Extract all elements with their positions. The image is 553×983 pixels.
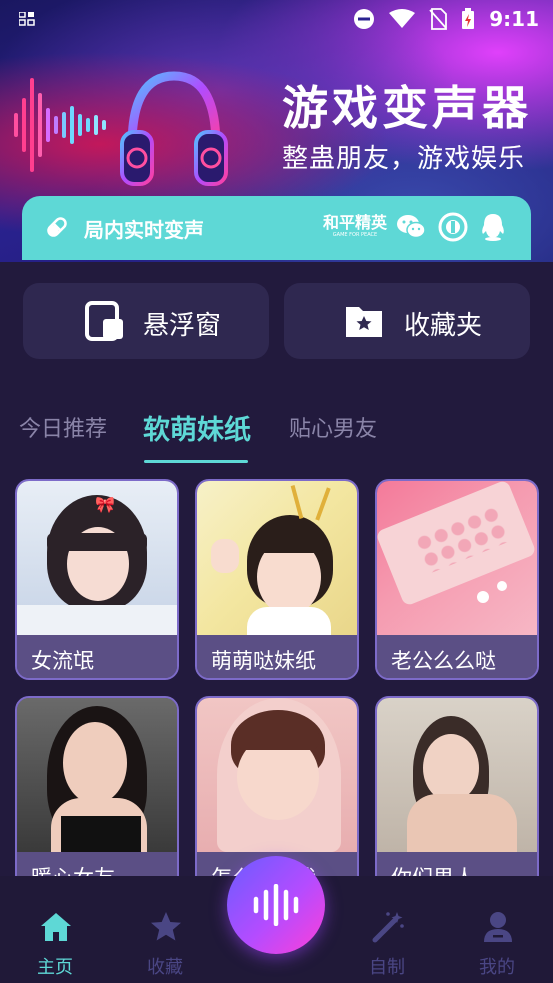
header-banner: 9:11 游戏变声器 整蛊朋友，游戏娱乐 局内实时变声 和平精英 GAME FO… (0, 0, 553, 262)
card-label: 暖心女友 (31, 862, 115, 877)
game-for-peace-logo[interactable]: 和平精英 GAME FOR PEACE (322, 214, 388, 242)
voice-card[interactable]: 老公么么哒 (375, 479, 539, 680)
no-sim-icon (429, 8, 447, 30)
soundwave-icon (253, 884, 299, 926)
status-bar: 9:11 (0, 0, 553, 38)
active-tab-indicator (144, 460, 248, 463)
card-label: 老公么么哒 (391, 649, 496, 673)
voice-card[interactable]: 🎀 女流氓 (15, 479, 179, 680)
card-photo (17, 698, 177, 852)
card-label: 萌萌哒妹纸 (211, 649, 316, 673)
voice-card[interactable]: 暖心女友 (15, 696, 179, 877)
card-photo (377, 481, 537, 635)
tab-cute-girl[interactable]: 软萌妹纸 (143, 408, 251, 447)
home-icon (41, 913, 71, 941)
nav-mine-label: 我的 (479, 957, 515, 978)
nav-custom-label: 自制 (369, 957, 405, 978)
nav-favorites-label: 收藏 (147, 957, 183, 978)
star-icon (151, 912, 181, 941)
voice-card-grid: 🎀 女流氓 萌萌哒妹纸 老公么么哒 (15, 479, 539, 877)
wechat-icon[interactable] (396, 212, 426, 242)
user-icon (484, 912, 512, 942)
pill-icon (47, 217, 67, 237)
nav-custom[interactable]: 自制 (342, 876, 432, 983)
app-grid-icon (19, 12, 35, 26)
banner-subtitle: 整蛊朋友，游戏娱乐 (282, 144, 526, 174)
game-app-icon[interactable] (438, 212, 468, 242)
nav-favorites[interactable]: 收藏 (120, 876, 210, 983)
magic-wand-icon (372, 912, 404, 943)
wifi-icon (389, 9, 415, 28)
do-not-disturb-icon (354, 9, 374, 29)
banner-title: 游戏变声器 (282, 81, 532, 135)
card-photo (197, 698, 357, 852)
card-photo (197, 481, 357, 635)
star-folder-icon (346, 307, 382, 337)
nav-home[interactable]: 主页 (10, 876, 100, 983)
card-label: 你们男人 (391, 862, 475, 877)
battery-charging-icon (462, 8, 474, 29)
headphones-icon (120, 71, 228, 186)
voice-card[interactable]: 你们男人 (375, 696, 539, 877)
favorites-folder-label: 收藏夹 (404, 311, 483, 341)
voice-card[interactable]: 怎么不理我 (195, 696, 359, 877)
floating-window-icon (85, 301, 123, 341)
favorites-folder-button[interactable]: 收藏夹 (284, 283, 530, 359)
voice-record-button[interactable] (227, 856, 325, 954)
nav-home-label: 主页 (37, 957, 73, 978)
nav-mine[interactable]: 我的 (452, 876, 542, 983)
card-photo: 🎀 (17, 481, 177, 635)
clock: 9:11 (489, 7, 539, 31)
soundwave-graphic (14, 78, 106, 172)
voice-card[interactable]: 萌萌哒妹纸 (195, 479, 359, 680)
floating-window-label: 悬浮窗 (143, 311, 222, 341)
floating-window-button[interactable]: 悬浮窗 (23, 283, 269, 359)
tab-today-recommend[interactable]: 今日推荐 (19, 411, 107, 443)
card-label: 女流氓 (31, 649, 94, 673)
realtime-voice-label: 局内实时变声 (84, 218, 204, 242)
card-photo (377, 698, 537, 852)
qq-icon[interactable] (478, 212, 508, 242)
tab-caring-boyfriend[interactable]: 贴心男友 (289, 411, 377, 443)
realtime-voice-bar[interactable]: 局内实时变声 和平精英 GAME FOR PEACE (22, 196, 531, 260)
